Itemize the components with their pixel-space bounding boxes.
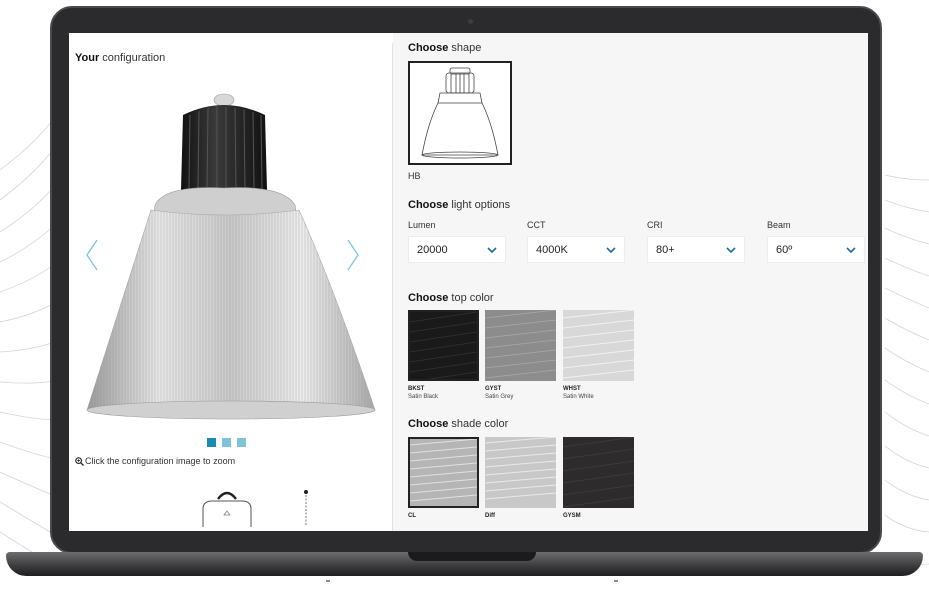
carousel-indicators [207,438,246,447]
laptop-foot [614,580,618,582]
lamp-product-image[interactable] [85,85,377,425]
camera-icon [468,19,473,24]
beam-value: 60º [776,243,793,256]
laptop-screen: Your configuration Click the configurati… [69,33,868,531]
dimension-line-thumbnail [304,490,308,525]
beam-select[interactable]: 60º [767,236,865,263]
heading-bold: Choose [408,42,449,54]
title-bold: Your [75,52,100,64]
top-color-heading: Choose top color [408,292,494,304]
shade-color-heading: Choose shade color [408,418,508,430]
shade-color-swatch-cl[interactable] [408,437,479,508]
swatch-name: Satin White [563,394,594,400]
swatch-code: WHST [563,386,581,392]
laptop-foot [326,580,330,582]
shade-color-swatch-gysm[interactable] [562,436,635,508]
stage: Your configuration Click the configurati… [0,0,929,589]
beam-label: Beam [767,220,791,230]
laptop-notch [408,552,536,561]
swatch-code: BKST [408,386,425,392]
heading-bold: Choose [408,292,449,304]
cri-select[interactable]: 80+ [647,236,745,263]
zoom-icon [75,456,84,466]
configuration-title: Your configuration [75,52,165,64]
dimension-drawing-thumbnail[interactable] [198,487,256,527]
cri-label: CRI [647,220,663,230]
swatch-code: CL [408,513,416,519]
heading-rest: top color [448,292,494,304]
top-color-swatch-whst[interactable] [562,309,635,381]
lumen-value: 20000 [417,243,448,256]
top-color-swatch-gyst[interactable] [484,309,557,381]
carousel-dot-active[interactable] [207,438,216,447]
chevron-down-icon [726,246,736,253]
heading-bold: Choose [408,199,449,211]
cct-value: 4000K [536,243,568,256]
zoom-hint: Click the configuration image to zoom [75,456,235,466]
hb-shape-icon [421,67,499,159]
heading-bold: Choose [408,418,449,430]
chevron-down-icon [487,246,497,253]
swatch-code: Diff [485,513,495,519]
carousel-dot[interactable] [237,438,246,447]
carousel-prev-button[interactable] [85,238,99,272]
cri-value: 80+ [656,243,675,256]
swatch-code: GYSM [563,513,581,519]
title-rest: configuration [99,52,166,64]
heading-rest: shape [448,42,482,54]
lumen-select[interactable]: 20000 [408,236,506,263]
chevron-down-icon [606,246,616,253]
swatch-name: Satin Black [408,394,439,400]
cct-select[interactable]: 4000K [527,236,625,263]
light-options-heading: Choose light options [408,199,510,211]
swatch-name: Satin Grey [485,394,514,400]
lumen-label: Lumen [408,220,436,230]
zoom-hint-text: Click the configuration image to zoom [85,456,236,466]
shade-color-swatch-diff[interactable] [484,436,557,508]
shape-option-hb[interactable] [408,61,512,165]
shape-selected-label: HB [408,171,421,181]
configuration-preview-panel: Your configuration Click the configurati… [69,33,392,531]
chevron-down-icon [846,246,856,253]
heading-rest: shade color [448,418,509,430]
shape-heading: Choose shape [408,42,481,54]
carousel-dot[interactable] [222,438,231,447]
cct-label: CCT [527,220,546,230]
carousel-next-button[interactable] [346,238,360,272]
options-panel: Choose shape HB Choose light options Lum… [393,33,868,531]
heading-rest: light options [448,199,511,211]
swatch-code: GYST [485,386,502,392]
top-color-swatch-bkst[interactable] [408,310,479,383]
